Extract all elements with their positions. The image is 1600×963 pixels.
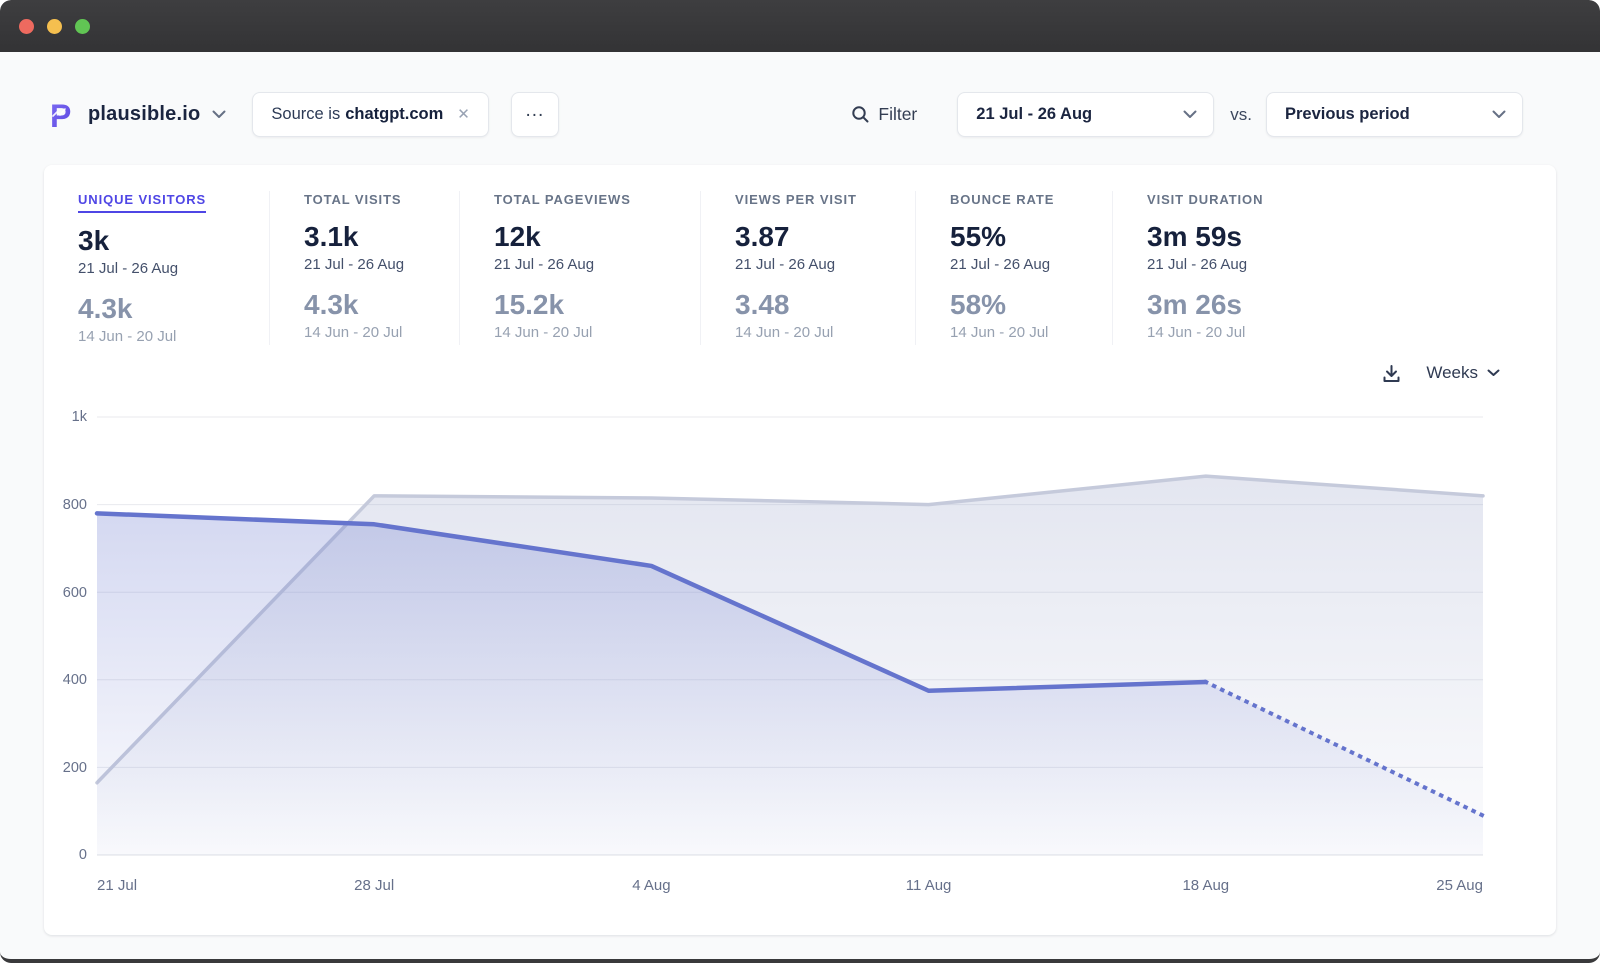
metric-total-visits[interactable]: Total visits 3.1k 21 Jul - 26 Aug 4.3k 1… — [269, 191, 459, 345]
metric-bounce-rate[interactable]: Bounce rate 55% 21 Jul - 26 Aug 58% 14 J… — [915, 191, 1112, 345]
y-axis-tick: 400 — [63, 672, 87, 688]
date-range-value: 21 Jul - 26 Aug — [976, 105, 1092, 124]
metric-prev-value: 15.2k — [494, 289, 700, 321]
chevron-down-icon — [1183, 110, 1197, 119]
remove-filter-icon[interactable]: ✕ — [457, 107, 470, 122]
metric-prev-value: 3m 26s — [1147, 289, 1556, 321]
dashboard-header: P plausible.io Source is chatgpt.com ✕ .… — [0, 92, 1600, 137]
analytics-card: Unique visitors 3k 21 Jul - 26 Aug 4.3k … — [44, 165, 1556, 935]
metric-label: Bounce rate — [950, 192, 1054, 207]
visitors-chart: 02004006008001k21 Jul28 Jul4 Aug11 Aug18… — [97, 417, 1483, 855]
metric-value: 3k — [78, 225, 269, 257]
chevron-down-icon — [1487, 369, 1500, 377]
metric-value: 12k — [494, 221, 700, 253]
metric-value: 3.1k — [304, 221, 459, 253]
filter-chip-source[interactable]: Source is chatgpt.com ✕ — [252, 92, 488, 137]
plausible-logo-icon: P — [48, 100, 78, 130]
metric-prev-period: 14 Jun - 20 Jul — [735, 324, 915, 341]
search-icon — [851, 105, 870, 124]
metric-value: 3.87 — [735, 221, 915, 253]
metric-label: Views per visit — [735, 192, 857, 207]
metric-label: Visit duration — [1147, 192, 1263, 207]
y-axis-tick: 1k — [72, 409, 87, 425]
metric-visit-duration[interactable]: Visit duration 3m 59s 21 Jul - 26 Aug 3m… — [1112, 191, 1556, 345]
metric-prev-period: 14 Jun - 20 Jul — [950, 324, 1112, 341]
filter-chip-prefix: Source is — [271, 105, 340, 124]
metric-prev-value: 4.3k — [304, 289, 459, 321]
comparison-value: Previous period — [1285, 105, 1410, 124]
filter-button[interactable]: Filter — [851, 104, 917, 125]
y-axis-tick: 200 — [63, 760, 87, 776]
x-axis-tick: 28 Jul — [354, 877, 394, 894]
metric-period: 21 Jul - 26 Aug — [494, 256, 700, 273]
x-axis-tick: 25 Aug — [1436, 877, 1483, 894]
chevron-down-icon — [212, 110, 226, 119]
metric-period: 21 Jul - 26 Aug — [1147, 256, 1556, 273]
filter-chip-value: chatgpt.com — [345, 105, 443, 124]
metric-value: 55% — [950, 221, 1112, 253]
metric-total-pageviews[interactable]: Total pageviews 12k 21 Jul - 26 Aug 15.2… — [459, 191, 700, 345]
metrics-row: Unique visitors 3k 21 Jul - 26 Aug 4.3k … — [44, 165, 1556, 353]
interval-label: Weeks — [1426, 363, 1478, 383]
export-button[interactable] — [1381, 363, 1402, 384]
metric-views-per-visit[interactable]: Views per visit 3.87 21 Jul - 26 Aug 3.4… — [700, 191, 915, 345]
metric-prev-period: 14 Jun - 20 Jul — [494, 324, 700, 341]
vs-label: vs. — [1230, 105, 1252, 125]
date-range-select[interactable]: 21 Jul - 26 Aug — [957, 92, 1214, 137]
download-icon — [1381, 363, 1402, 384]
chart-controls: Weeks — [44, 353, 1556, 393]
filter-button-label: Filter — [878, 104, 917, 125]
minimize-window-button[interactable] — [47, 19, 62, 34]
metric-label: Total visits — [304, 192, 401, 207]
metric-unique-visitors[interactable]: Unique visitors 3k 21 Jul - 26 Aug 4.3k … — [78, 191, 269, 345]
metric-period: 21 Jul - 26 Aug — [735, 256, 915, 273]
metric-prev-period: 14 Jun - 20 Jul — [304, 324, 459, 341]
y-axis-tick: 800 — [63, 497, 87, 513]
metric-prev-value: 4.3k — [78, 293, 269, 325]
window-titlebar[interactable] — [0, 0, 1600, 52]
metric-prev-value: 3.48 — [735, 289, 915, 321]
site-name: plausible.io — [88, 103, 200, 126]
x-axis-tick: 4 Aug — [632, 877, 670, 894]
metric-label: Total pageviews — [494, 192, 631, 207]
metric-period: 21 Jul - 26 Aug — [950, 256, 1112, 273]
metric-period: 21 Jul - 26 Aug — [78, 260, 269, 277]
metric-prev-period: 14 Jun - 20 Jul — [78, 328, 269, 345]
metric-value: 3m 59s — [1147, 221, 1556, 253]
metric-label: Unique visitors — [78, 192, 206, 213]
x-axis-tick: 18 Aug — [1182, 877, 1229, 894]
metric-prev-value: 58% — [950, 289, 1112, 321]
y-axis-tick: 0 — [79, 847, 87, 863]
more-filters-button[interactable]: ... — [511, 92, 559, 137]
app-window: P plausible.io Source is chatgpt.com ✕ .… — [0, 0, 1600, 963]
x-axis-tick: 11 Aug — [906, 877, 952, 894]
zoom-window-button[interactable] — [75, 19, 90, 34]
chart-canvas — [97, 417, 1483, 855]
site-switcher[interactable]: P plausible.io — [48, 100, 226, 130]
x-axis-tick: 21 Jul — [97, 877, 137, 894]
metric-prev-period: 14 Jun - 20 Jul — [1147, 324, 1556, 341]
comparison-select[interactable]: Previous period — [1266, 92, 1523, 137]
interval-select[interactable]: Weeks — [1426, 363, 1500, 383]
chevron-down-icon — [1492, 110, 1506, 119]
y-axis-tick: 600 — [63, 585, 87, 601]
close-window-button[interactable] — [19, 19, 34, 34]
metric-period: 21 Jul - 26 Aug — [304, 256, 459, 273]
